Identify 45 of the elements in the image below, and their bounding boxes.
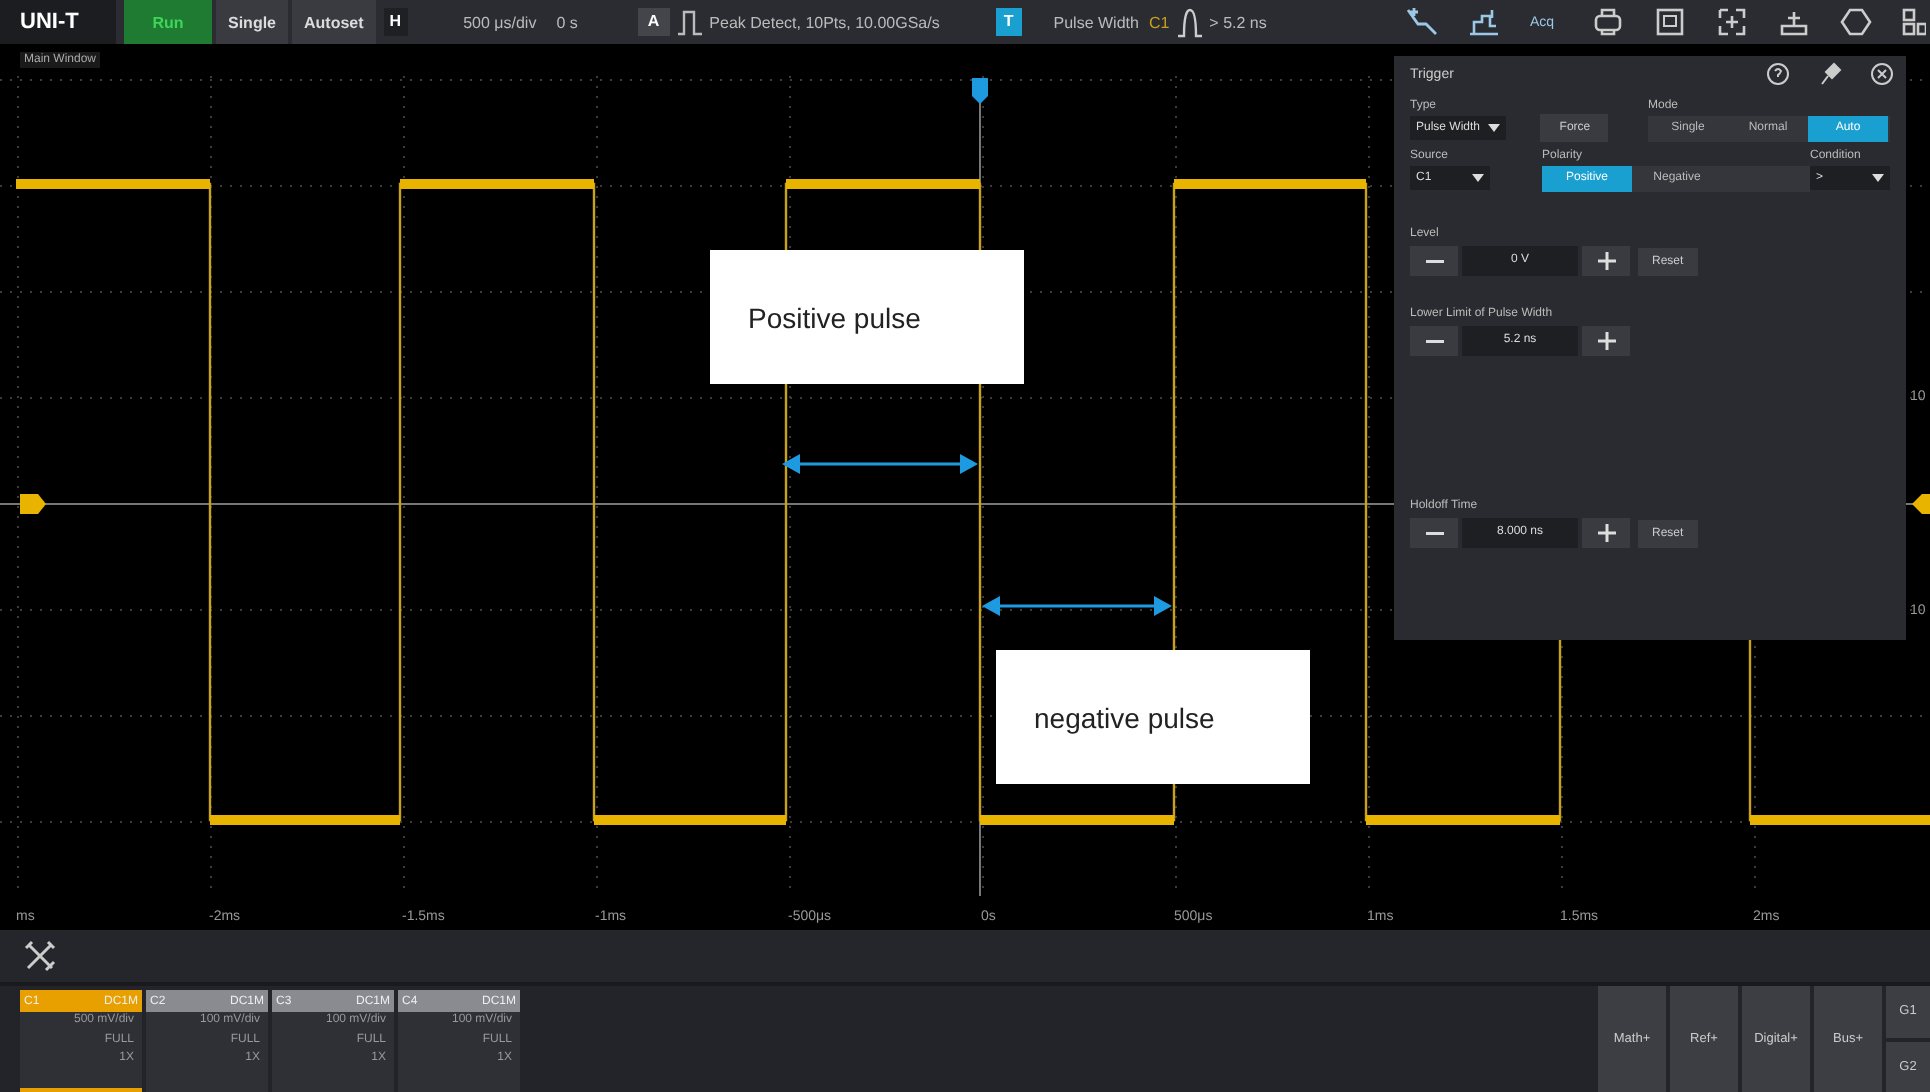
minus-icon	[1425, 339, 1443, 343]
grid-icon[interactable]	[1902, 6, 1926, 38]
decrease-button[interactable]	[1410, 326, 1458, 356]
pulse-icon	[1177, 6, 1202, 38]
channel-marker[interactable]	[20, 494, 46, 514]
plus-icon	[1597, 252, 1615, 270]
annotation-box: Positive pulse	[710, 250, 1024, 384]
plus-icon	[1597, 332, 1615, 350]
caret-icon	[1488, 124, 1500, 132]
measure-icon[interactable]	[1468, 6, 1500, 38]
trigger-level-marker[interactable]	[1912, 494, 1930, 514]
save-icon[interactable]	[1654, 6, 1686, 38]
display-icon[interactable]	[1716, 6, 1748, 38]
print-icon[interactable]	[1592, 6, 1624, 38]
increase-button[interactable]	[1582, 246, 1630, 276]
trigger-type-text: Pulse Width	[1053, 13, 1139, 31]
trigger-source-text: C1	[1148, 13, 1170, 31]
minus-icon	[1425, 259, 1443, 263]
horizontal-badge[interactable]: H	[383, 8, 408, 36]
utility-icon[interactable]	[1778, 6, 1810, 38]
plus-icon	[1597, 524, 1615, 542]
help-icon[interactable]	[1766, 62, 1790, 86]
timebase-text: 500 μs/div	[463, 13, 537, 31]
decrease-button[interactable]	[1410, 518, 1458, 548]
pin-icon[interactable]	[1818, 62, 1842, 86]
annotation-box: negative pulse	[996, 650, 1310, 784]
decrease-button[interactable]	[1410, 246, 1458, 276]
minus-icon	[1425, 531, 1443, 535]
increase-button[interactable]	[1582, 326, 1630, 356]
pulse-icon	[677, 8, 702, 36]
trigger-condition-text: > 5.2 ns	[1209, 13, 1267, 31]
trigger-position-marker[interactable]	[972, 78, 988, 104]
close-icon[interactable]	[1870, 62, 1894, 86]
acquisition-badge[interactable]: A	[637, 8, 670, 36]
toolbar-button[interactable]: Autoset	[292, 0, 376, 44]
caret-icon	[1472, 174, 1484, 182]
acquisition-mode-text: Peak Detect, 10Pts, 10.00GSa/s	[709, 13, 940, 31]
caret-icon	[1872, 174, 1884, 182]
toolbar-button[interactable]: Single	[216, 0, 289, 44]
tools-icon[interactable]	[24, 940, 56, 972]
offset-text: 0 s	[556, 13, 578, 31]
settings-icon[interactable]	[1840, 6, 1872, 38]
cursor-icon[interactable]	[1406, 6, 1438, 38]
increase-button[interactable]	[1582, 518, 1630, 548]
logo: UNI-T	[0, 0, 116, 44]
